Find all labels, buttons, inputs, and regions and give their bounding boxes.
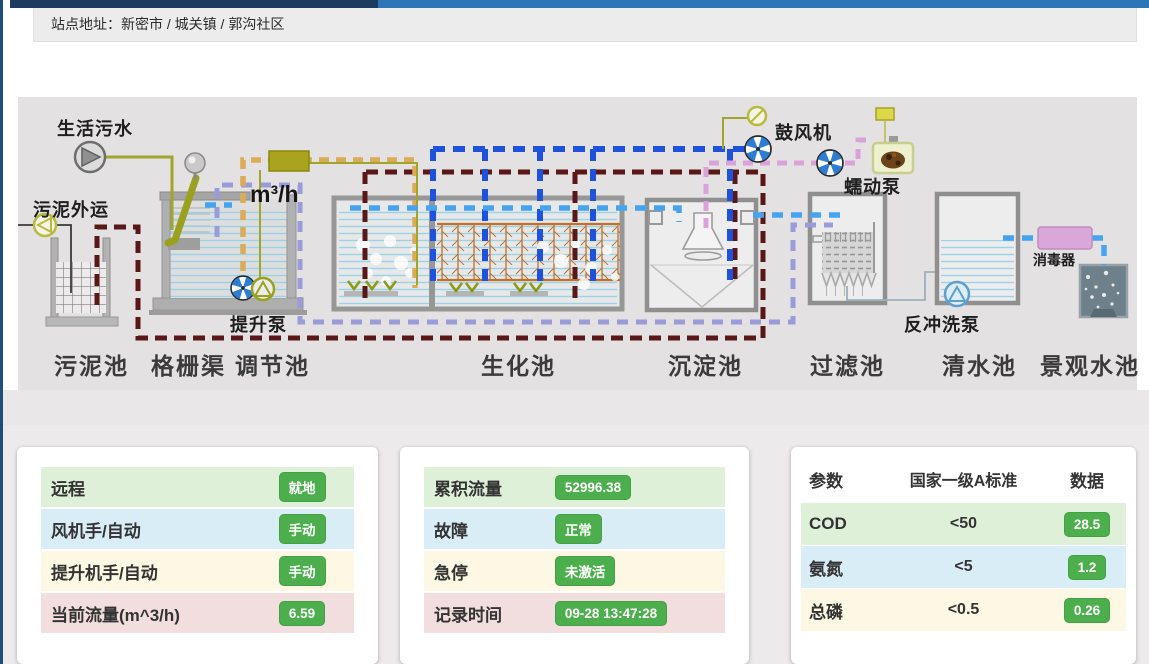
label-disinfector: 消毒器 xyxy=(1033,250,1075,270)
sludge-tank xyxy=(46,238,118,326)
param-standard: <0.5 xyxy=(879,601,1048,619)
dosing-fan-icon xyxy=(817,150,843,176)
backwash-pump-icon xyxy=(945,282,969,306)
accent-segment-blue xyxy=(378,0,1149,8)
param-standard: <50 xyxy=(879,515,1048,533)
fault-status-badge: 正常 xyxy=(555,514,602,544)
blower-fan-icon xyxy=(745,136,771,162)
site-address-label: 站点地址：新密市 / 城关镇 / 郭沟社区 xyxy=(51,16,284,32)
control-panel-card: 远程 就地 风机手/自动 手动 提升机手/自动 手动 当前流量(m^3/h) 6… xyxy=(17,447,378,664)
bio-tank xyxy=(334,198,622,309)
param-standard: <5 xyxy=(879,558,1048,576)
breadcrumb: 站点地址：新密市 / 城关镇 / 郭沟社区 xyxy=(33,8,1137,42)
table-row: 记录时间 09-28 13:47:28 xyxy=(424,593,725,633)
band-mid xyxy=(3,390,1149,425)
table-row: 风机手/自动 手动 xyxy=(41,509,354,549)
blower-valve-icon xyxy=(748,107,766,125)
top-accent-bar xyxy=(10,0,1149,8)
pool-label-landscape: 景观水池 xyxy=(1040,347,1140,381)
pool-label-clearwater: 清水池 xyxy=(942,347,1017,381)
table-row: 累积流量 52996.38 xyxy=(424,467,725,507)
lift-pump-icon xyxy=(252,278,274,300)
row-label: 累积流量 xyxy=(434,475,555,500)
flowmeter-icon xyxy=(269,151,309,171)
row-label: 远程 xyxy=(51,475,85,500)
current-flow-badge: 6.59 xyxy=(279,601,325,626)
estop-status-badge: 未激活 xyxy=(555,556,616,586)
nh3n-value-badge: 1.2 xyxy=(1068,555,1107,580)
table-row: 总磷 <0.5 0.26 xyxy=(801,589,1126,631)
flow-unit-label: m³/h xyxy=(250,181,299,208)
row-label: 记录时间 xyxy=(434,601,555,626)
pool-label-grid: 格栅渠 xyxy=(151,347,226,381)
disinfector-box xyxy=(1038,227,1092,249)
table-row: 故障 正常 xyxy=(424,509,725,549)
accent-segment-dark xyxy=(10,0,378,8)
label-inlet: 生活污水 xyxy=(57,115,133,141)
row-label: 故障 xyxy=(434,517,555,542)
label-backwash-pump: 反冲洗泵 xyxy=(904,311,980,337)
pool-label-regulating: 调节池 xyxy=(235,347,310,381)
lift-mode-badge: 手动 xyxy=(279,556,326,586)
pool-label-filter: 过滤池 xyxy=(810,347,885,381)
param-name: 氨氮 xyxy=(801,555,879,580)
row-label: 急停 xyxy=(434,559,555,584)
quality-panel-card: 参数 国家一级A标准 数据 COD <50 28.5 氨氮 <5 1.2 总磷 … xyxy=(791,447,1136,664)
table-row: 提升机手/自动 手动 xyxy=(41,551,354,591)
status-panel-card: 累积流量 52996.38 故障 正常 急停 未激活 记录时间 09-28 13… xyxy=(400,447,749,664)
table-row: COD <50 28.5 xyxy=(801,503,1126,545)
table-row: 急停 未激活 xyxy=(424,551,725,591)
row-label: 提升机手/自动 xyxy=(51,559,158,584)
total-flow-badge: 52996.38 xyxy=(555,475,631,500)
blower-connector-pipe xyxy=(723,118,748,149)
record-time-badge: 09-28 13:47:28 xyxy=(555,601,667,626)
column-header: 国家一级A标准 xyxy=(879,467,1048,491)
table-row: 当前流量(m^3/h) 6.59 xyxy=(41,593,354,633)
label-lift-pump: 提升泵 xyxy=(230,311,287,337)
remote-mode-badge: 就地 xyxy=(279,472,326,502)
sedimentation-tank xyxy=(647,200,756,310)
table-row: 远程 就地 xyxy=(41,467,354,507)
pool-label-bio: 生化池 xyxy=(481,347,556,381)
process-flow-diagram: 生活污水 污泥外运 提升泵 m³/h 鼓风机 蠕动泵 消毒器 反冲洗泵 污泥池 … xyxy=(18,97,1137,390)
quality-header-row: 参数 国家一级A标准 数据 xyxy=(801,461,1126,497)
inlet-pump-icon xyxy=(75,142,105,172)
dosing-container-icon xyxy=(873,108,913,173)
label-peristaltic-pump: 蠕动泵 xyxy=(844,173,901,199)
cod-value-badge: 28.5 xyxy=(1064,512,1110,537)
column-header: 数据 xyxy=(1048,467,1126,492)
table-row: 氨氮 <5 1.2 xyxy=(801,546,1126,588)
param-name: COD xyxy=(801,514,879,534)
landscape-tank xyxy=(1080,265,1127,317)
fan-mode-badge: 手动 xyxy=(279,514,326,544)
param-name: 总磷 xyxy=(801,598,879,623)
pool-label-sedimentation: 沉淀池 xyxy=(668,347,743,381)
column-header: 参数 xyxy=(801,467,879,492)
row-label: 风机手/自动 xyxy=(51,517,141,542)
label-sludge-out: 污泥外运 xyxy=(33,196,109,222)
label-blower: 鼓风机 xyxy=(775,119,832,145)
scada-dashboard: 站点地址：新密市 / 城关镇 / 郭沟社区 xyxy=(0,0,1149,664)
tp-value-badge: 0.26 xyxy=(1064,598,1110,623)
filter-tank xyxy=(810,194,947,303)
pool-label-sludge: 污泥池 xyxy=(54,347,129,381)
row-label: 当前流量(m^3/h) xyxy=(51,601,180,626)
